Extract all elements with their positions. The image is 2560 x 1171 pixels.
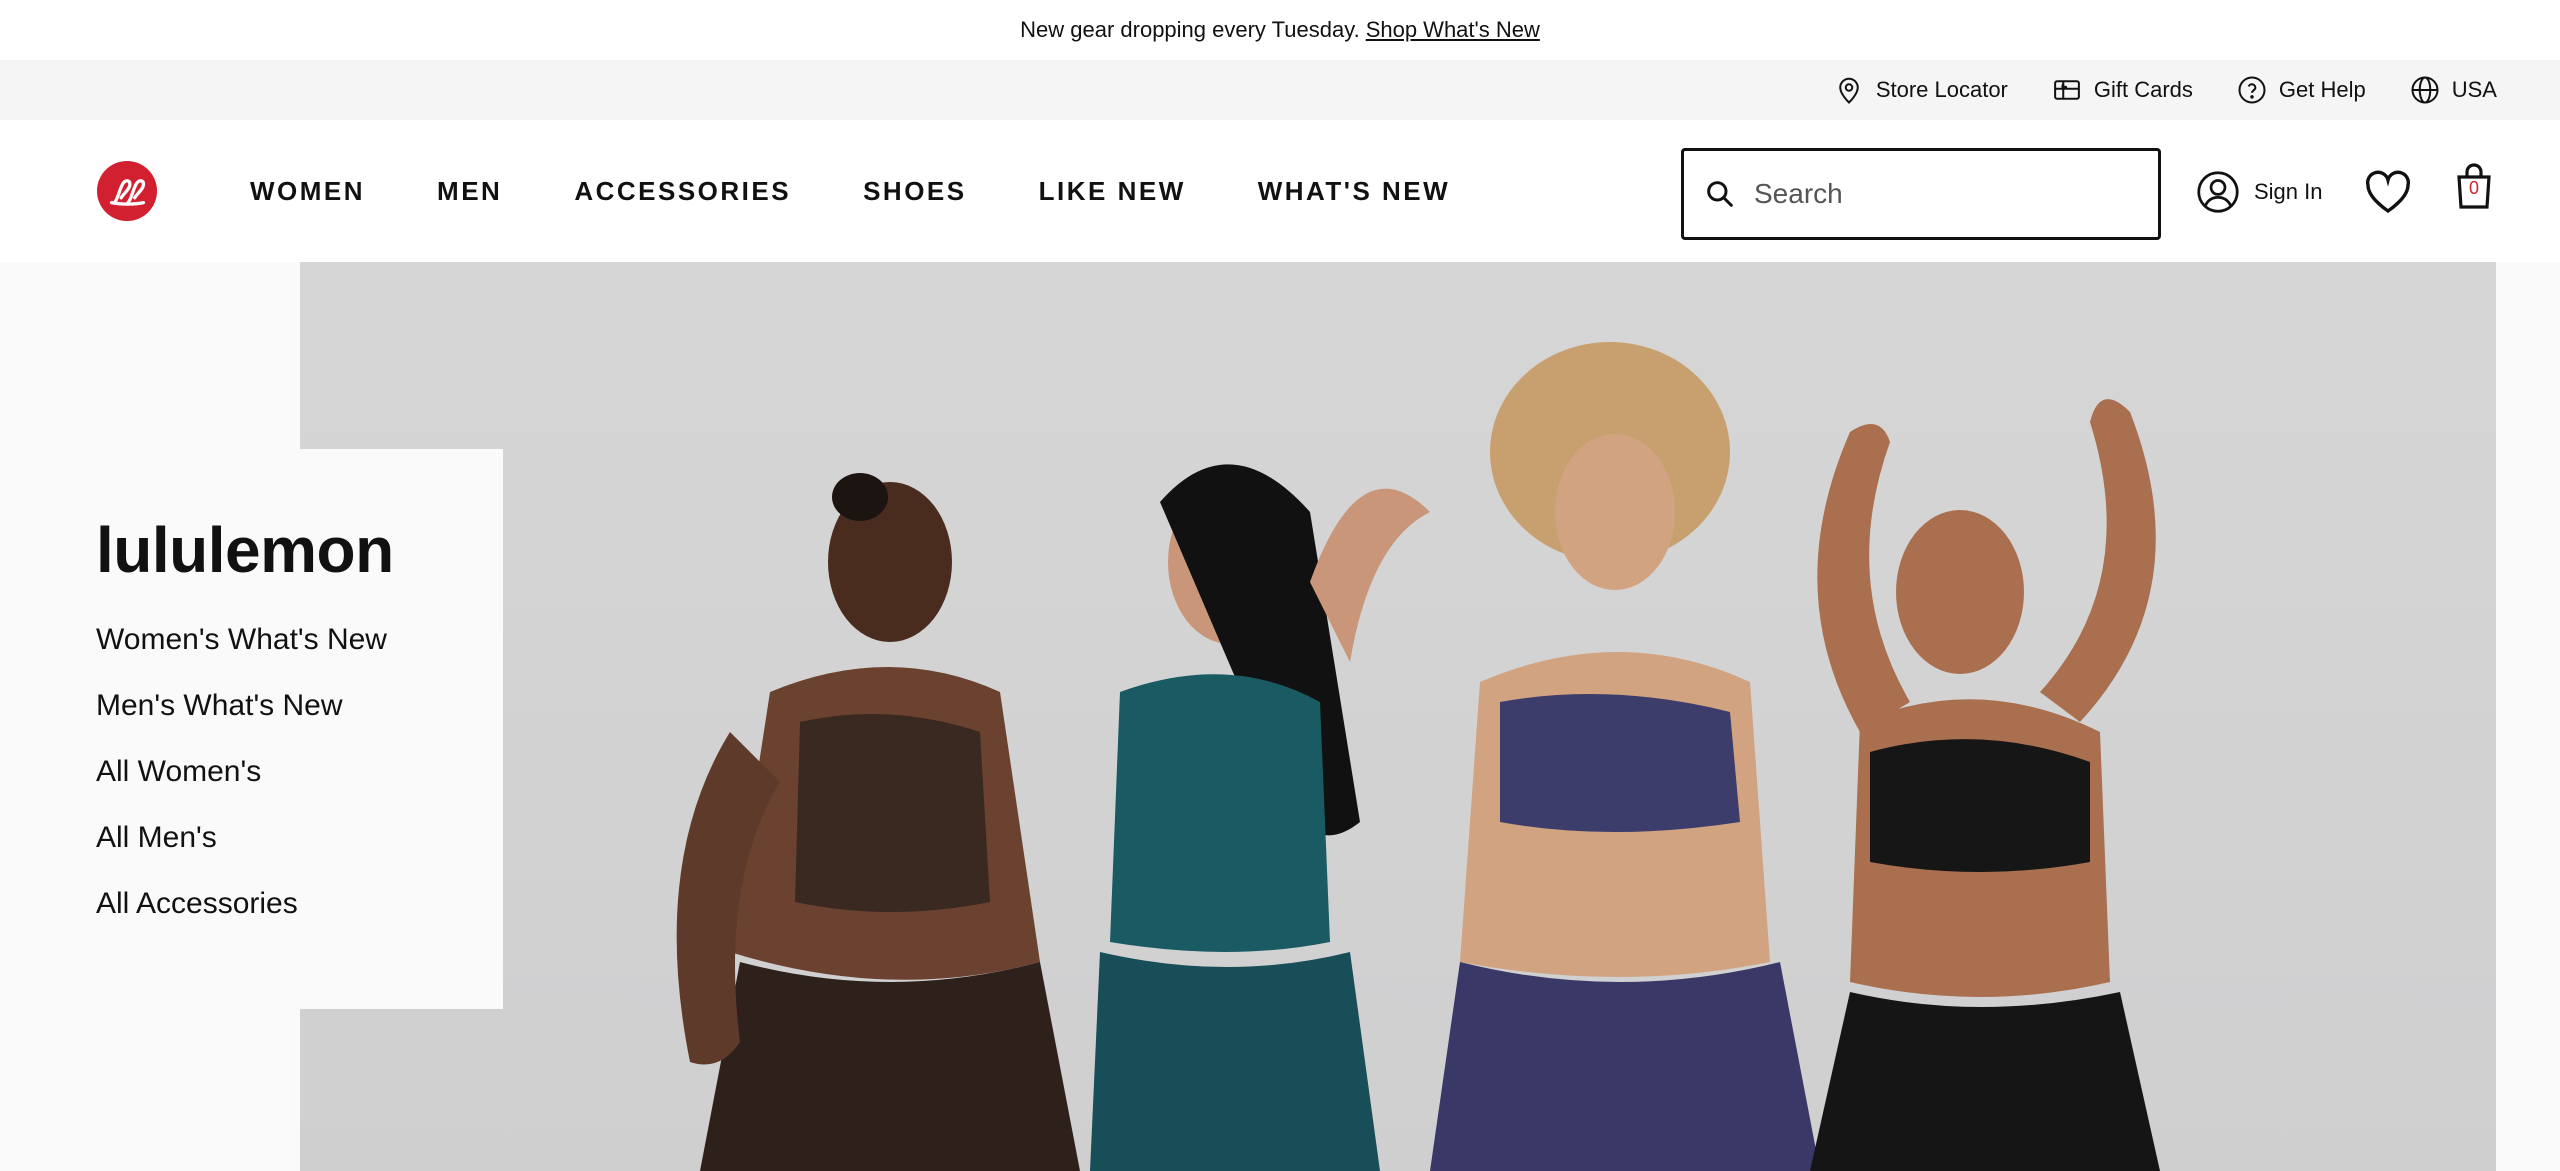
model-3 xyxy=(1430,342,1820,1171)
search-box[interactable] xyxy=(1681,148,2161,240)
hero-menu-card: lululemon Women's What's New Men's What'… xyxy=(0,449,503,1009)
promo-banner: New gear dropping every Tuesday. Shop Wh… xyxy=(0,0,2560,60)
nav-whats-new[interactable]: WHAT'S NEW xyxy=(1258,176,1450,207)
hero-image xyxy=(300,262,2496,1171)
link-all-womens[interactable]: All Women's xyxy=(96,755,503,789)
sign-in-label: Sign In xyxy=(2254,179,2323,204)
hero-illustration xyxy=(676,342,2160,1171)
bag-count-badge: 0 xyxy=(2468,178,2479,198)
nav-accessories[interactable]: ACCESSORIES xyxy=(574,176,791,207)
store-locator-link[interactable]: Store Locator xyxy=(1834,75,2008,105)
model-1 xyxy=(676,473,1080,1171)
shop-whats-new-link[interactable]: Shop What's New xyxy=(1366,17,1540,43)
store-locator-label: Store Locator xyxy=(1875,77,2008,102)
help-circle-icon xyxy=(2238,76,2266,104)
gift-card-icon xyxy=(2054,80,2080,100)
gift-cards-link[interactable]: Gift Cards xyxy=(2052,75,2193,105)
main-header: WOMEN MEN ACCESSORIES SHOES LIKE NEW WHA… xyxy=(0,120,2560,262)
get-help-label: Get Help xyxy=(2278,77,2366,102)
location-pin-icon xyxy=(1839,77,1859,104)
model-4 xyxy=(1810,399,2160,1171)
nav-women[interactable]: WOMEN xyxy=(250,176,365,207)
link-womens-whats-new[interactable]: Women's What's New xyxy=(96,623,503,657)
promo-text: New gear dropping every Tuesday. xyxy=(1020,17,1360,42)
main-nav: WOMEN MEN ACCESSORIES SHOES LIKE NEW WHA… xyxy=(250,176,1450,207)
country-selector[interactable]: USA xyxy=(2410,75,2497,105)
shopping-bag-button[interactable]: 0 xyxy=(2454,162,2494,210)
link-mens-whats-new[interactable]: Men's What's New xyxy=(96,689,503,723)
country-label: USA xyxy=(2451,77,2497,102)
search-icon xyxy=(1707,181,1733,207)
link-all-mens[interactable]: All Men's xyxy=(96,821,503,855)
user-icon xyxy=(2197,171,2239,213)
gift-cards-label: Gift Cards xyxy=(2093,77,2193,102)
link-all-accessories[interactable]: All Accessories xyxy=(96,887,503,921)
nav-like-new[interactable]: LIKE NEW xyxy=(1039,176,1186,207)
nav-shoes[interactable]: SHOES xyxy=(863,176,967,207)
globe-icon xyxy=(2411,76,2439,104)
brand-title: lululemon xyxy=(96,514,394,586)
sign-in-button[interactable]: Sign In xyxy=(2196,170,2323,214)
heart-icon[interactable] xyxy=(2364,170,2412,214)
hero-section: lululemon Women's What's New Men's What'… xyxy=(0,262,2560,1171)
nav-men[interactable]: MEN xyxy=(437,176,502,207)
lululemon-logo-icon[interactable] xyxy=(96,160,158,222)
search-input[interactable] xyxy=(1754,178,2114,210)
model-2 xyxy=(1090,464,1430,1171)
utility-bar: Store Locator Gift Cards Get Help USA xyxy=(0,60,2560,120)
get-help-link[interactable]: Get Help xyxy=(2237,75,2366,105)
hero-link-list: Women's What's New Men's What's New All … xyxy=(96,623,503,921)
